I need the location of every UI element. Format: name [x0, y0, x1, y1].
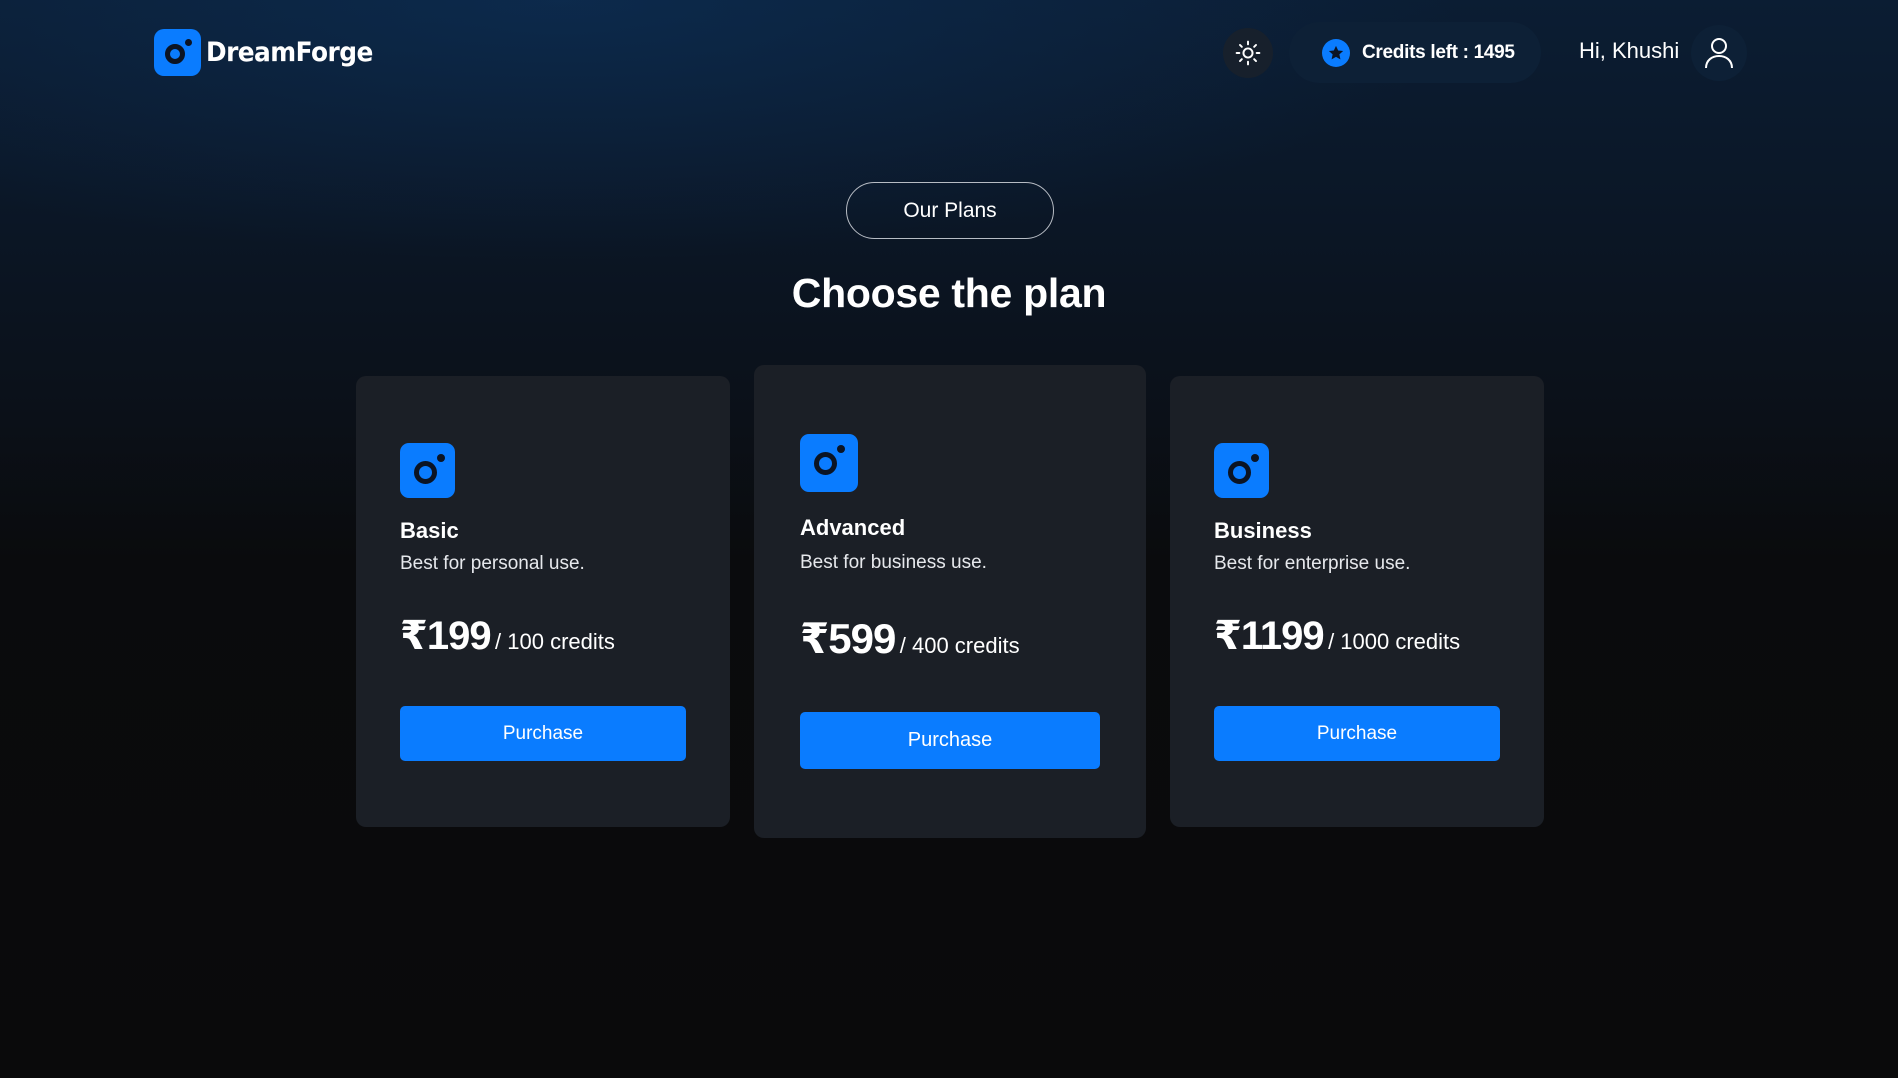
price-credits: / 100 credits: [495, 629, 615, 654]
plan-description: Best for personal use.: [400, 553, 585, 574]
plan-description: Best for enterprise use.: [1214, 553, 1411, 574]
camera-plan-icon: [400, 443, 455, 498]
price-amount: ₹599: [800, 615, 896, 662]
purchase-button-basic[interactable]: Purchase: [400, 706, 686, 761]
our-plans-badge: Our Plans: [846, 182, 1054, 239]
top-navbar: DreamForge Credits left : 1495 Hi, Khush…: [0, 0, 1898, 106]
user-icon: [1705, 38, 1733, 69]
plan-card-basic: Basic Best for personal use. ₹199 / 100 …: [356, 376, 730, 827]
plan-card-advanced: Advanced Best for business use. ₹599 / 4…: [754, 365, 1146, 838]
credits-left-text: Credits left : 1495: [1362, 41, 1515, 63]
plan-price: ₹199 / 100 credits: [400, 613, 615, 659]
camera-plan-icon: [1214, 443, 1269, 498]
price-amount: ₹1199: [1214, 614, 1325, 658]
purchase-button-advanced[interactable]: Purchase: [800, 712, 1100, 769]
price-amount: ₹199: [400, 614, 492, 658]
plan-price: ₹1199 / 1000 credits: [1214, 613, 1460, 659]
theme-toggle-button[interactable]: [1223, 28, 1273, 78]
plan-name: Basic: [400, 518, 459, 543]
purchase-button-business[interactable]: Purchase: [1214, 706, 1500, 761]
user-greeting: Hi, Khushi: [1579, 38, 1680, 63]
plan-name: Business: [1214, 518, 1312, 543]
camera-logo-icon: [154, 29, 201, 76]
page-title: Choose the plan: [791, 270, 1107, 316]
user-avatar-button[interactable]: [1691, 25, 1747, 81]
price-credits: / 1000 credits: [1328, 629, 1461, 654]
app-logo[interactable]: DreamForge: [154, 29, 387, 76]
plan-name: Advanced: [800, 515, 906, 540]
plan-card-business: Business Best for enterprise use. ₹1199 …: [1170, 376, 1544, 827]
sun-icon: [1235, 40, 1261, 66]
camera-plan-icon: [800, 434, 858, 492]
credits-badge[interactable]: Credits left : 1495: [1289, 22, 1541, 83]
star-icon: [1322, 38, 1350, 67]
plan-description: Best for business use.: [800, 552, 987, 573]
app-name: DreamForge: [206, 37, 373, 68]
price-credits: / 400 credits: [899, 633, 1020, 658]
plan-price: ₹599 / 400 credits: [800, 614, 1020, 663]
